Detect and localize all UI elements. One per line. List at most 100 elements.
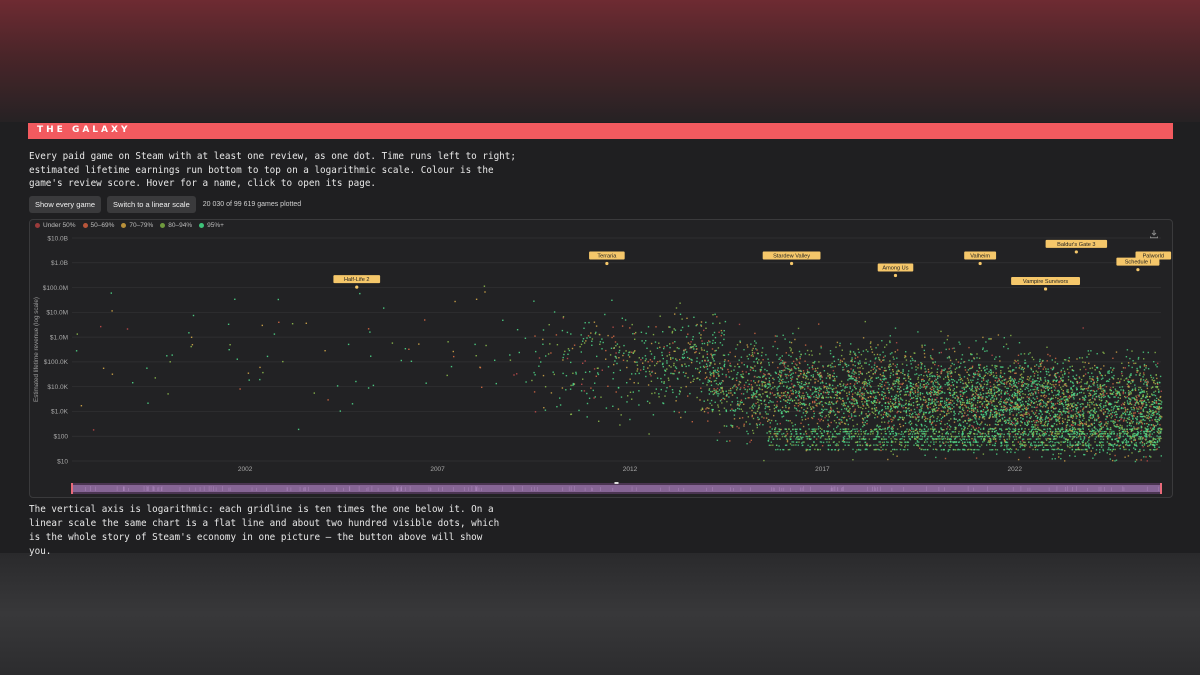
data-point[interactable]	[1048, 387, 1051, 390]
data-point[interactable]	[934, 393, 937, 395]
data-point[interactable]	[570, 361, 572, 364]
data-point[interactable]	[805, 403, 807, 406]
data-point[interactable]	[1035, 364, 1038, 366]
data-point[interactable]	[782, 334, 784, 336]
data-point[interactable]	[852, 370, 854, 372]
data-point[interactable]	[833, 387, 835, 390]
data-point[interactable]	[694, 351, 696, 354]
data-point[interactable]	[1052, 411, 1054, 413]
data-point[interactable]	[1055, 420, 1058, 422]
data-point[interactable]	[1012, 414, 1014, 416]
data-point[interactable]	[721, 388, 723, 390]
data-point[interactable]	[1130, 425, 1132, 427]
data-point[interactable]	[936, 374, 938, 376]
data-point[interactable]	[895, 396, 897, 399]
data-point[interactable]	[879, 359, 881, 361]
data-point[interactable]	[988, 391, 990, 394]
data-point[interactable]	[785, 434, 787, 437]
data-point[interactable]	[703, 329, 705, 332]
data-point[interactable]	[584, 371, 587, 373]
data-point[interactable]	[629, 327, 631, 329]
data-point[interactable]	[679, 390, 681, 392]
data-point[interactable]	[663, 382, 665, 384]
data-point[interactable]	[759, 388, 761, 390]
data-point[interactable]	[979, 373, 981, 375]
data-point[interactable]	[954, 413, 956, 415]
data-point[interactable]	[812, 406, 814, 408]
data-point[interactable]	[807, 385, 809, 388]
data-point[interactable]	[599, 343, 601, 345]
data-point[interactable]	[681, 326, 684, 329]
data-point[interactable]	[809, 388, 811, 391]
data-point[interactable]	[956, 367, 958, 369]
data-point[interactable]	[1159, 400, 1162, 402]
data-point[interactable]	[1112, 383, 1114, 385]
data-point[interactable]	[1127, 362, 1130, 364]
data-point[interactable]	[950, 426, 952, 428]
data-point[interactable]	[842, 404, 844, 407]
data-point[interactable]	[703, 400, 705, 402]
data-point[interactable]	[961, 354, 964, 356]
data-point[interactable]	[898, 400, 900, 402]
data-point[interactable]	[852, 369, 855, 371]
data-point[interactable]	[339, 410, 341, 412]
data-point[interactable]	[988, 401, 990, 403]
data-point[interactable]	[882, 356, 885, 358]
data-point[interactable]	[917, 420, 919, 422]
data-point[interactable]	[582, 340, 584, 342]
data-point[interactable]	[937, 392, 940, 394]
data-point[interactable]	[1158, 390, 1160, 392]
data-point[interactable]	[974, 408, 977, 410]
data-point[interactable]	[1121, 362, 1123, 364]
data-point[interactable]	[847, 423, 849, 426]
data-point[interactable]	[846, 407, 848, 409]
data-point[interactable]	[400, 359, 402, 362]
data-point[interactable]	[1088, 399, 1090, 401]
data-point[interactable]	[1136, 421, 1138, 423]
data-point[interactable]	[898, 443, 901, 445]
data-point[interactable]	[735, 386, 737, 388]
data-point[interactable]	[986, 400, 988, 402]
data-point[interactable]	[707, 412, 709, 414]
data-point[interactable]	[1093, 393, 1095, 396]
data-point[interactable]	[261, 324, 263, 327]
data-point[interactable]	[713, 373, 715, 375]
data-point[interactable]	[829, 403, 831, 406]
data-point[interactable]	[1040, 385, 1042, 387]
data-point[interactable]	[699, 370, 701, 372]
data-point[interactable]	[671, 330, 674, 333]
data-point[interactable]	[779, 382, 781, 385]
data-point[interactable]	[1047, 407, 1049, 409]
data-point[interactable]	[834, 413, 837, 416]
data-point[interactable]	[1143, 443, 1146, 445]
data-point[interactable]	[1087, 446, 1090, 448]
data-point[interactable]	[988, 395, 990, 397]
data-point[interactable]	[76, 333, 78, 335]
data-point[interactable]	[593, 397, 595, 399]
data-point[interactable]	[854, 365, 856, 367]
data-point[interactable]	[879, 383, 881, 385]
data-point[interactable]	[949, 408, 952, 411]
data-point[interactable]	[929, 375, 931, 378]
data-point[interactable]	[904, 391, 907, 393]
data-point[interactable]	[876, 353, 879, 356]
data-point[interactable]	[1047, 397, 1050, 400]
data-point[interactable]	[889, 340, 891, 342]
data-point[interactable]	[714, 363, 716, 365]
data-point[interactable]	[743, 423, 745, 425]
data-point[interactable]	[540, 361, 542, 363]
data-point[interactable]	[615, 391, 617, 393]
data-point[interactable]	[755, 342, 757, 344]
data-point[interactable]	[859, 390, 861, 393]
data-point[interactable]	[1084, 373, 1087, 375]
data-point[interactable]	[757, 362, 759, 364]
data-point[interactable]	[147, 402, 149, 404]
data-point[interactable]	[712, 339, 714, 342]
data-point[interactable]	[665, 390, 667, 392]
data-point[interactable]	[1044, 418, 1046, 420]
data-point[interactable]	[1021, 400, 1024, 403]
data-point[interactable]	[904, 422, 907, 424]
data-point[interactable]	[627, 395, 629, 397]
data-point[interactable]	[982, 348, 984, 351]
data-point[interactable]	[940, 392, 942, 394]
